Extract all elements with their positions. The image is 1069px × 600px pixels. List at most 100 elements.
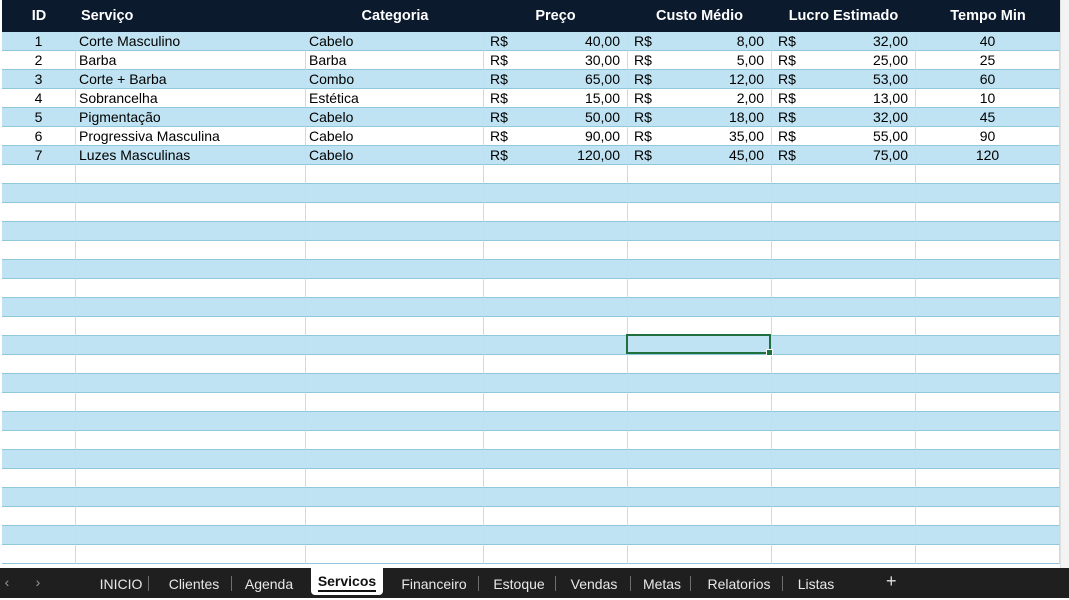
cell-tempo-min[interactable] xyxy=(916,450,1060,469)
cell-custo-medio[interactable] xyxy=(628,393,772,412)
cell-id[interactable] xyxy=(2,355,76,374)
header-custo-medio[interactable]: Custo Médio xyxy=(628,0,772,32)
cell-categoria[interactable] xyxy=(306,469,484,488)
cell-tempo-min[interactable] xyxy=(916,393,1060,412)
cell-preco[interactable] xyxy=(484,393,628,412)
cell-preco[interactable] xyxy=(484,165,628,184)
sheet-tab-inicio[interactable]: INICIO xyxy=(96,568,146,598)
cell-tempo-min[interactable] xyxy=(916,279,1060,298)
cell-id[interactable]: 1 xyxy=(2,32,76,51)
cell-preco[interactable] xyxy=(484,412,628,431)
cell-servico[interactable] xyxy=(76,279,306,298)
cell-custo-medio[interactable] xyxy=(628,412,772,431)
cell-custo-medio[interactable] xyxy=(628,241,772,260)
cell-servico[interactable]: Luzes Masculinas xyxy=(76,146,306,165)
cell-servico[interactable]: Corte + Barba xyxy=(76,70,306,89)
cell-custo-medio[interactable]: R$ 35,00 xyxy=(628,127,772,146)
cell-preco[interactable] xyxy=(484,450,628,469)
cell-preco[interactable] xyxy=(484,431,628,450)
cell-categoria[interactable] xyxy=(306,317,484,336)
cell-tempo-min[interactable] xyxy=(916,526,1060,545)
cell-preco[interactable]: R$ 40,00 xyxy=(484,32,628,51)
cell-categoria[interactable]: Barba xyxy=(306,51,484,70)
cell-categoria[interactable]: Cabelo xyxy=(306,146,484,165)
cell-preco[interactable] xyxy=(484,374,628,393)
cell-categoria[interactable] xyxy=(306,545,484,564)
cell-servico[interactable] xyxy=(76,526,306,545)
cell-lucro-estimado[interactable] xyxy=(772,336,916,355)
header-tempo-min[interactable]: Tempo Min xyxy=(916,0,1060,32)
cell-categoria[interactable] xyxy=(306,203,484,222)
cell-custo-medio[interactable] xyxy=(628,336,772,355)
cell-id[interactable] xyxy=(2,545,76,564)
cell-lucro-estimado[interactable] xyxy=(772,488,916,507)
cell-lucro-estimado[interactable] xyxy=(772,507,916,526)
sheet-tab-servicos[interactable]: Servicos xyxy=(311,568,383,595)
cell-servico[interactable] xyxy=(76,507,306,526)
cell-categoria[interactable] xyxy=(306,336,484,355)
cell-categoria[interactable] xyxy=(306,165,484,184)
cell-lucro-estimado[interactable] xyxy=(772,165,916,184)
cell-preco[interactable] xyxy=(484,526,628,545)
cell-servico[interactable] xyxy=(76,355,306,374)
cell-categoria[interactable] xyxy=(306,488,484,507)
cell-id[interactable] xyxy=(2,469,76,488)
cell-preco[interactable]: R$ 50,00 xyxy=(484,108,628,127)
vertical-scrollbar[interactable] xyxy=(1060,0,1069,568)
sheet-tab-estoque[interactable]: Estoque xyxy=(485,568,553,598)
cell-tempo-min[interactable]: 40 xyxy=(916,32,1060,51)
cell-categoria[interactable] xyxy=(306,260,484,279)
cell-custo-medio[interactable] xyxy=(628,260,772,279)
cell-categoria[interactable]: Combo xyxy=(306,70,484,89)
header-preco[interactable]: Preço xyxy=(484,0,628,32)
cell-preco[interactable]: R$ 90,00 xyxy=(484,127,628,146)
header-servico[interactable]: Serviço xyxy=(76,0,306,32)
cell-preco[interactable] xyxy=(484,184,628,203)
cell-servico[interactable]: Progressiva Masculina xyxy=(76,127,306,146)
cell-id[interactable] xyxy=(2,507,76,526)
cell-servico[interactable] xyxy=(76,336,306,355)
cell-lucro-estimado[interactable] xyxy=(772,279,916,298)
cell-custo-medio[interactable] xyxy=(628,526,772,545)
cell-lucro-estimado[interactable]: R$ 13,00 xyxy=(772,89,916,108)
cell-servico[interactable]: Barba xyxy=(76,51,306,70)
cell-custo-medio[interactable]: R$ 18,00 xyxy=(628,108,772,127)
cell-tempo-min[interactable] xyxy=(916,412,1060,431)
cell-lucro-estimado[interactable] xyxy=(772,355,916,374)
cell-tempo-min[interactable]: 45 xyxy=(916,108,1060,127)
cell-id[interactable] xyxy=(2,431,76,450)
cell-tempo-min[interactable] xyxy=(916,184,1060,203)
cell-preco[interactable] xyxy=(484,317,628,336)
cell-preco[interactable] xyxy=(484,507,628,526)
cell-categoria[interactable]: Cabelo xyxy=(306,127,484,146)
cell-categoria[interactable]: Cabelo xyxy=(306,32,484,51)
cell-tempo-min[interactable] xyxy=(916,203,1060,222)
cell-custo-medio[interactable] xyxy=(628,355,772,374)
cell-custo-medio[interactable]: R$ 5,00 xyxy=(628,51,772,70)
cell-servico[interactable]: Pigmentação xyxy=(76,108,306,127)
cell-lucro-estimado[interactable] xyxy=(772,241,916,260)
cell-tempo-min[interactable]: 60 xyxy=(916,70,1060,89)
cell-lucro-estimado[interactable]: R$ 53,00 xyxy=(772,70,916,89)
cell-custo-medio[interactable] xyxy=(628,469,772,488)
cell-tempo-min[interactable] xyxy=(916,374,1060,393)
cell-servico[interactable] xyxy=(76,317,306,336)
cell-id[interactable]: 6 xyxy=(2,127,76,146)
cell-preco[interactable]: R$ 65,00 xyxy=(484,70,628,89)
cell-lucro-estimado[interactable] xyxy=(772,412,916,431)
cell-custo-medio[interactable]: R$ 12,00 xyxy=(628,70,772,89)
cell-id[interactable] xyxy=(2,526,76,545)
cell-id[interactable]: 2 xyxy=(2,51,76,70)
cell-custo-medio[interactable] xyxy=(628,203,772,222)
cell-preco[interactable] xyxy=(484,488,628,507)
cell-custo-medio[interactable] xyxy=(628,450,772,469)
cell-id[interactable]: 4 xyxy=(2,89,76,108)
cell-id[interactable] xyxy=(2,279,76,298)
cell-categoria[interactable] xyxy=(306,412,484,431)
prev-sheet-icon[interactable]: ‹ xyxy=(0,574,14,590)
cell-preco[interactable]: R$ 30,00 xyxy=(484,51,628,70)
cell-servico[interactable] xyxy=(76,431,306,450)
cell-custo-medio[interactable] xyxy=(628,545,772,564)
sheet-tab-vendas[interactable]: Vendas xyxy=(560,568,628,598)
cell-lucro-estimado[interactable] xyxy=(772,260,916,279)
